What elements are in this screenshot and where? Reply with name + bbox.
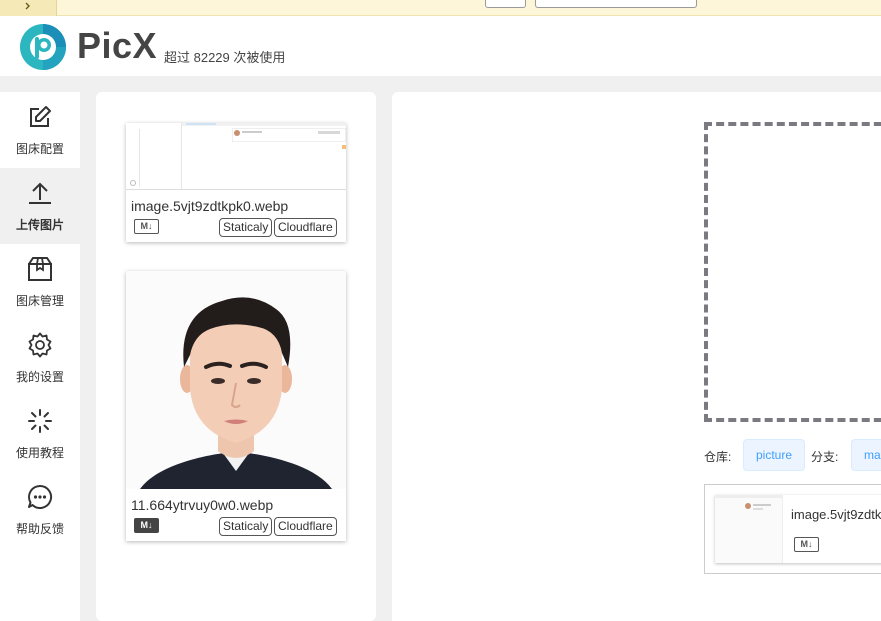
sidebar-item-label: 图床配置: [15, 142, 64, 156]
copy-link-cloudflare-button[interactable]: Cloudflare: [274, 517, 337, 536]
sidebar-item-label: 我的设置: [15, 370, 64, 384]
markdown-copy-icon[interactable]: M↓: [134, 518, 159, 533]
upload-preview-list: image.5vjt9zdtk M↓: [704, 484, 881, 574]
preview-filename: image.5vjt9zdtk: [791, 507, 881, 522]
box-icon: [28, 257, 52, 281]
sidebar-item-feedback[interactable]: 帮助反馈: [0, 472, 80, 548]
sidebar-item-label: 帮助反馈: [15, 522, 64, 536]
uploaded-filename: 11.664ytrvuy0w0.webp: [131, 497, 274, 513]
copy-link-staticaly-button[interactable]: Staticaly: [219, 218, 273, 237]
upload-panel: 仓库: picture 分支: mas image.5vjt9zdtk M↓: [392, 92, 881, 621]
branch-chip[interactable]: mas: [851, 439, 881, 471]
app-header: PicX 超过 82229 次被使用: [0, 16, 881, 76]
uploaded-thumbnail[interactable]: [126, 271, 346, 489]
sidebar-item-settings[interactable]: 我的设置: [0, 320, 80, 396]
uploaded-list-panel: image.5vjt9zdtkpk0.webp M↓ Staticaly Clo…: [96, 92, 376, 621]
repo-chip[interactable]: picture: [743, 439, 806, 471]
upload-dropzone[interactable]: [704, 122, 881, 422]
notice-tab[interactable]: [0, 0, 57, 16]
sidebar-item-config[interactable]: 图床配置: [0, 92, 80, 168]
usage-count: 超过 82229 次被使用: [164, 50, 286, 65]
uploaded-filename: image.5vjt9zdtkpk0.webp: [131, 198, 289, 214]
sidebar-item-label: 图床管理: [15, 294, 64, 308]
preview-thumbnail: [715, 495, 783, 563]
upload-preview-item[interactable]: image.5vjt9zdtk M↓: [715, 495, 881, 563]
chat-icon: [28, 484, 52, 509]
notice-button-1[interactable]: [485, 0, 526, 8]
upload-icon: [29, 182, 51, 204]
notice-icon: [25, 2, 30, 10]
copy-link-staticaly-button[interactable]: Staticaly: [219, 517, 273, 536]
notice-button-2[interactable]: [535, 0, 697, 8]
picx-logo-icon[interactable]: [19, 23, 67, 71]
brand-name: PicX: [77, 25, 158, 66]
markdown-copy-icon[interactable]: M↓: [794, 537, 819, 552]
sidebar: 图床配置 上传图片 图床管理 我的设置 使用教程 帮助反馈: [0, 92, 80, 621]
gear-icon: [28, 332, 52, 358]
sidebar-item-manage[interactable]: 图床管理: [0, 244, 80, 320]
sidebar-item-tutorial[interactable]: 使用教程: [0, 396, 80, 472]
markdown-copy-icon[interactable]: M↓: [134, 219, 159, 234]
copy-link-cloudflare-button[interactable]: Cloudflare: [274, 218, 337, 237]
notice-bar: [0, 0, 881, 16]
sidebar-item-upload[interactable]: 上传图片: [0, 168, 80, 244]
uploaded-card[interactable]: 11.664ytrvuy0w0.webp M↓ Staticaly Cloudf…: [126, 271, 346, 541]
sidebar-item-label: 使用教程: [15, 446, 64, 460]
uploaded-thumbnail[interactable]: [126, 123, 346, 190]
repo-label: 仓库:: [704, 450, 732, 464]
portrait-image: [126, 271, 346, 489]
uploaded-card[interactable]: image.5vjt9zdtkpk0.webp M↓ Staticaly Clo…: [126, 123, 346, 242]
loader-icon: [28, 409, 52, 433]
branch-label: 分支:: [811, 450, 839, 464]
sidebar-item-label: 上传图片: [15, 218, 64, 232]
edit-icon: [30, 106, 51, 127]
